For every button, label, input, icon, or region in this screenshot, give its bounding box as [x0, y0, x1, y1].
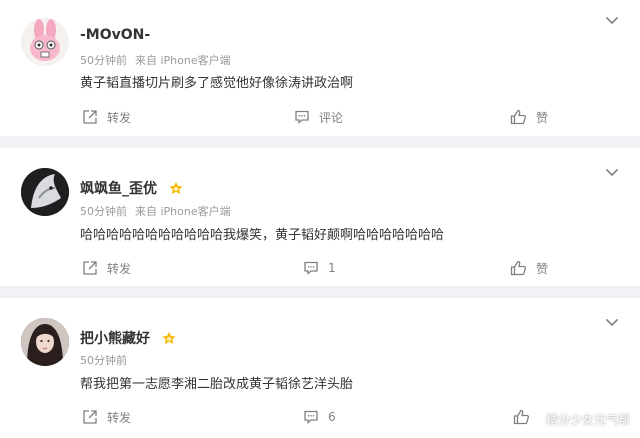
- action-bar: 转发 6: [0, 406, 640, 428]
- comment-icon: [304, 261, 318, 275]
- watermark: 精分少女元气帮: [545, 413, 630, 427]
- thumbs-up-icon: [510, 260, 527, 276]
- timestamp: 50分钟前: [80, 354, 127, 367]
- chevron-down-icon[interactable]: [604, 164, 620, 180]
- like-button[interactable]: 赞: [510, 106, 548, 128]
- like-label: 赞: [536, 261, 549, 276]
- repost-icon: [83, 261, 97, 275]
- like-button[interactable]: [513, 406, 530, 428]
- comment-icon: [304, 410, 318, 424]
- repost-label: 转发: [107, 261, 132, 276]
- repost-button[interactable]: 转发: [82, 106, 131, 128]
- comment-meta: 50分钟前 来自 iPhone客户端: [80, 203, 231, 219]
- repost-label: 转发: [107, 410, 132, 425]
- source-client: 来自 iPhone客户端: [135, 54, 231, 67]
- repost-icon: [83, 410, 97, 424]
- thumbs-up-icon: [513, 409, 530, 425]
- repost-icon: [83, 110, 97, 124]
- thumbs-up-icon: [510, 109, 527, 125]
- fan-badge-icon: [169, 182, 183, 194]
- comment-button[interactable]: 1: [303, 257, 336, 279]
- repost-label: 转发: [107, 110, 132, 125]
- repost-button[interactable]: 转发: [82, 406, 131, 428]
- comment-card: 把小熊藏好 50分钟前 帮我把第一志愿李湘二胎改成黄子韬徐艺洋头胎 转发 6 精…: [0, 298, 640, 438]
- username[interactable]: -MOvON-: [80, 27, 150, 43]
- source-client: 来自 iPhone客户端: [135, 205, 231, 218]
- avatar[interactable]: [21, 168, 69, 216]
- comment-text: 帮我把第一志愿李湘二胎改成黄子韬徐艺洋头胎: [80, 377, 354, 392]
- username[interactable]: 把小熊藏好: [80, 328, 177, 348]
- timestamp: 50分钟前: [80, 54, 127, 67]
- chevron-down-icon[interactable]: [604, 12, 620, 28]
- comment-icon: [295, 110, 309, 124]
- repost-button[interactable]: 转发: [82, 257, 131, 279]
- avatar[interactable]: [21, 318, 69, 366]
- girl-photo-avatar-icon: [21, 318, 69, 366]
- fan-badge-icon: [162, 332, 176, 344]
- comment-button[interactable]: 评论: [294, 106, 343, 128]
- timestamp: 50分钟前: [80, 205, 127, 218]
- comment-card: 飒飒鱼_歪优 50分钟前 来自 iPhone客户端 哈哈哈哈哈哈哈哈哈哈哈我爆笑，…: [0, 148, 640, 286]
- comment-label: 评论: [319, 110, 344, 125]
- like-button[interactable]: 赞: [510, 257, 548, 279]
- bunny-avatar-icon: [21, 18, 69, 66]
- comment-count: 6: [328, 410, 336, 424]
- avatar[interactable]: [21, 18, 69, 66]
- comment-text: 黄子韬直播切片刷多了感觉他好像徐涛讲政治啊: [80, 76, 354, 91]
- username-text: 飒飒鱼_歪优: [80, 181, 157, 197]
- chevron-down-icon[interactable]: [604, 314, 620, 330]
- username[interactable]: 飒飒鱼_歪优: [80, 178, 184, 198]
- comment-card: -MOvON- 50分钟前 来自 iPhone客户端 黄子韬直播切片刷多了感觉他好…: [0, 0, 640, 136]
- comment-meta: 50分钟前: [80, 352, 127, 368]
- comment-button[interactable]: 6: [303, 406, 336, 428]
- comment-meta: 50分钟前 来自 iPhone客户端: [80, 52, 231, 68]
- action-bar: 转发 评论 赞: [0, 106, 640, 128]
- action-bar: 转发 1 赞: [0, 257, 640, 279]
- wolf-photo-avatar-icon: [21, 168, 69, 216]
- like-label: 赞: [536, 110, 549, 125]
- comment-count: 1: [328, 261, 336, 275]
- comment-text: 哈哈哈哈哈哈哈哈哈哈哈我爆笑，黄子韬好颠啊哈哈哈哈哈哈哈: [80, 228, 445, 243]
- username-text: 把小熊藏好: [80, 331, 150, 347]
